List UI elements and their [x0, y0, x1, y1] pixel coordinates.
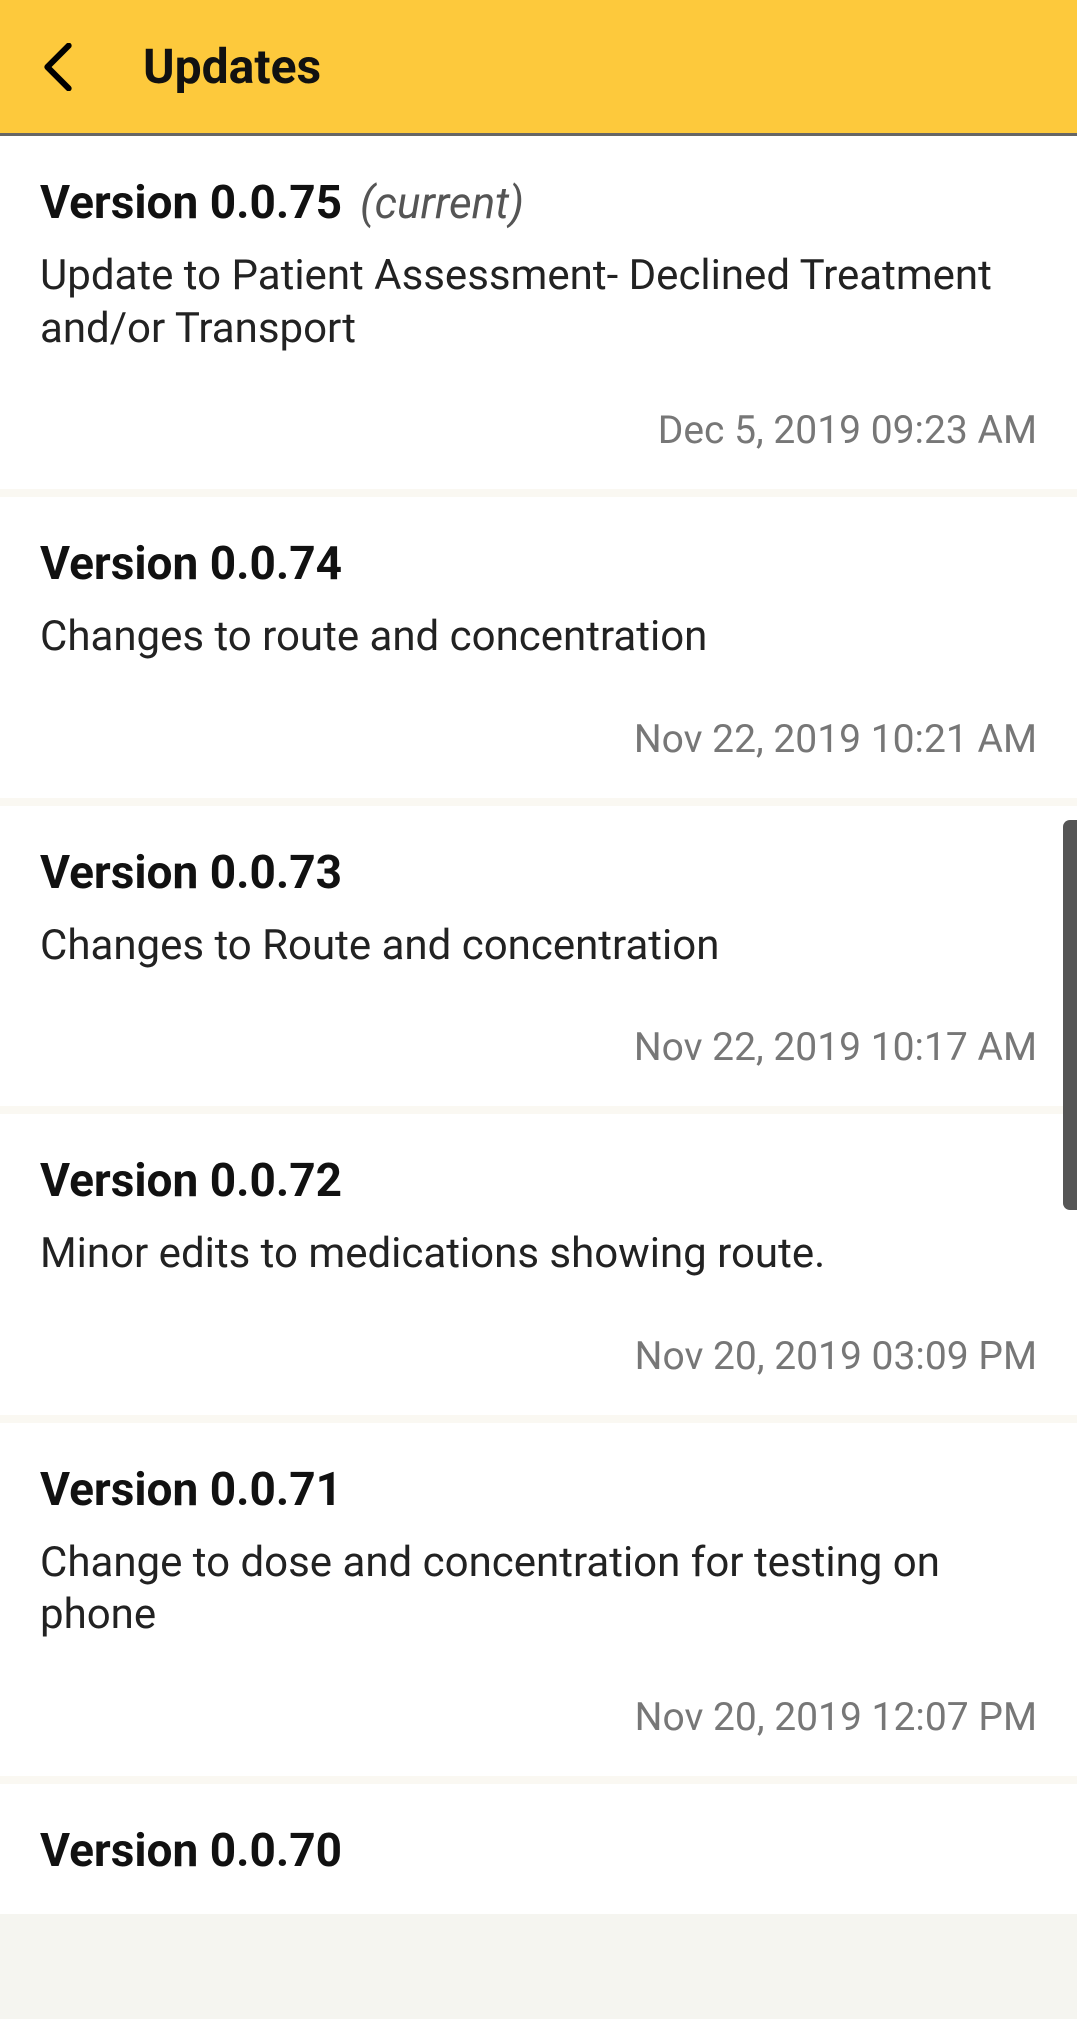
version-label: Version 0.0.75 — [40, 176, 342, 230]
chevron-left-icon — [42, 43, 74, 91]
update-item[interactable]: Version 0.0.74 Changes to route and conc… — [0, 497, 1077, 806]
page-title: Updates — [143, 38, 321, 95]
update-timestamp: Nov 22, 2019 10:21 AM — [40, 716, 1037, 762]
update-description: Minor edits to medications showing route… — [40, 1228, 1000, 1281]
version-row: Version 0.0.75 (current) — [40, 176, 1037, 230]
update-description: Changes to Route and concentration — [40, 920, 1000, 973]
update-timestamp: Nov 20, 2019 12:07 PM — [40, 1694, 1037, 1740]
version-row: Version 0.0.74 — [40, 537, 1037, 591]
version-row: Version 0.0.72 — [40, 1154, 1037, 1208]
update-item[interactable]: Version 0.0.70 — [0, 1784, 1077, 1914]
version-label: Version 0.0.72 — [40, 1154, 342, 1208]
update-timestamp: Nov 20, 2019 03:09 PM — [40, 1333, 1037, 1379]
update-timestamp: Nov 22, 2019 10:17 AM — [40, 1024, 1037, 1070]
update-description: Change to dose and concentration for tes… — [40, 1537, 1000, 1642]
update-item[interactable]: Version 0.0.71 Change to dose and concen… — [0, 1423, 1077, 1784]
version-label: Version 0.0.70 — [40, 1824, 342, 1878]
version-label: Version 0.0.73 — [40, 846, 342, 900]
version-row: Version 0.0.70 — [40, 1824, 1037, 1878]
version-row: Version 0.0.73 — [40, 846, 1037, 900]
update-item[interactable]: Version 0.0.73 Changes to Route and conc… — [0, 806, 1077, 1115]
update-description: Changes to route and concentration — [40, 611, 1000, 664]
update-item[interactable]: Version 0.0.72 Minor edits to medication… — [0, 1114, 1077, 1423]
current-tag: (current) — [360, 177, 524, 229]
scrollbar-thumb[interactable] — [1063, 820, 1077, 1210]
update-timestamp: Dec 5, 2019 09:23 AM — [40, 407, 1037, 453]
version-row: Version 0.0.71 — [40, 1463, 1037, 1517]
update-item[interactable]: Version 0.0.75 (current) Update to Patie… — [0, 136, 1077, 497]
version-label: Version 0.0.74 — [40, 537, 342, 591]
back-button[interactable] — [28, 37, 88, 97]
app-header: Updates — [0, 0, 1077, 136]
updates-list: Version 0.0.75 (current) Update to Patie… — [0, 136, 1077, 1914]
update-description: Update to Patient Assessment- Declined T… — [40, 250, 1000, 355]
version-label: Version 0.0.71 — [40, 1463, 342, 1517]
